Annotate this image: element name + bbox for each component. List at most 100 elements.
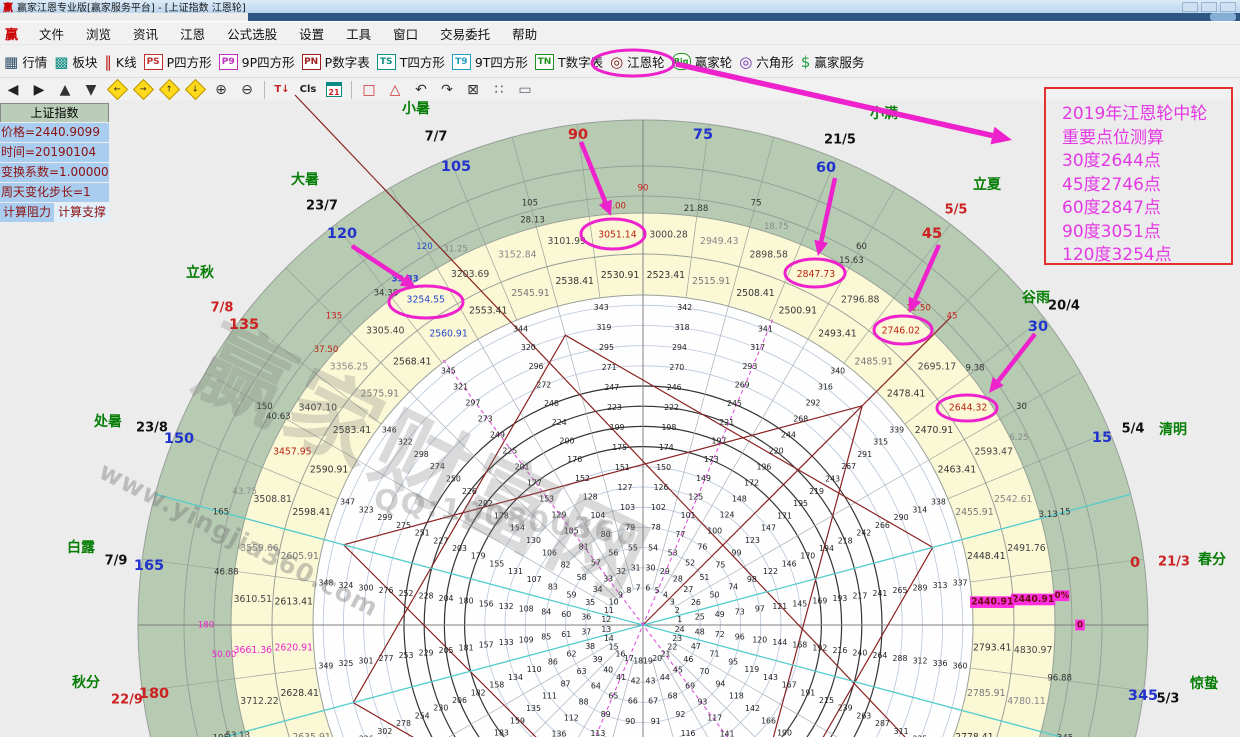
svg-text:2542.61: 2542.61 [994, 494, 1033, 505]
pan-left-button[interactable]: ← [104, 80, 130, 100]
toolbar-button-p-table[interactable]: PNP数字表 [302, 52, 370, 71]
svg-text:58: 58 [577, 573, 587, 582]
svg-text:2620.91: 2620.91 [275, 642, 314, 653]
svg-text:122: 122 [763, 567, 778, 576]
svg-text:2440.91: 2440.91 [1012, 594, 1054, 605]
svg-text:63: 63 [577, 667, 587, 676]
zoom-in-button[interactable]: ⊕ [208, 80, 234, 100]
svg-text:35: 35 [585, 598, 595, 607]
svg-text:110: 110 [527, 665, 542, 674]
calc-resistance-button[interactable]: 计算阻力 [0, 203, 54, 222]
svg-text:2695.17: 2695.17 [918, 362, 957, 373]
fit-window-button[interactable]: ∷ [486, 80, 512, 100]
rotate-ccw-button[interactable]: ↶ [408, 80, 434, 100]
svg-text:12.50: 12.50 [906, 304, 931, 314]
window-titlebar[interactable]: 赢 赢家江恩专业版[赢家服务平台] - [上证指数 江恩轮] [0, 0, 1240, 13]
maximize-button[interactable] [1201, 2, 1217, 12]
toolbar-button-t-table[interactable]: TNT数字表 [535, 52, 603, 71]
calc-support-button[interactable]: 计算支撑 [55, 203, 109, 222]
highlight-circle-3254.55 [389, 286, 463, 318]
minimize-button[interactable] [1182, 2, 1198, 12]
svg-text:1: 1 [677, 615, 682, 624]
calendar-icon: 21 [326, 82, 342, 97]
app-logo-icon: 赢 [3, 0, 13, 14]
svg-text:23/8: 23/8 [136, 421, 168, 436]
delete-box-button[interactable]: ⊠ [460, 80, 486, 100]
svg-text:31.25: 31.25 [443, 245, 468, 255]
cls-button[interactable]: Cls [295, 80, 321, 100]
svg-text:297: 297 [465, 398, 480, 407]
svg-text:194: 194 [819, 544, 834, 553]
toolbar-button-gann-wheel[interactable]: ◎江恩轮 [610, 52, 665, 71]
svg-text:6: 6 [645, 583, 650, 592]
toolbar-button-service[interactable]: $赢家服务 [801, 52, 865, 71]
close-button[interactable] [1220, 2, 1236, 12]
svg-text:18: 18 [633, 657, 643, 666]
draw-square-button[interactable]: □ [356, 80, 382, 100]
menu-item-交易委托[interactable]: 交易委托 [429, 24, 501, 43]
toolbar-button-p-square[interactable]: PSP四方形 [144, 52, 212, 71]
toolbar-button-9t-square[interactable]: T99T四方形 [452, 52, 528, 71]
svg-text:9: 9 [618, 591, 623, 600]
annotation-line: 重要点位测算 [1062, 127, 1231, 151]
menu-item-公式选股[interactable]: 公式选股 [216, 24, 288, 43]
toolbar-button-sectors[interactable]: ▩板块 [54, 52, 97, 71]
toolbar-button-9p-square[interactable]: P99P四方形 [219, 52, 295, 71]
menu-item-文件[interactable]: 文件 [28, 24, 75, 43]
menu-item-工具[interactable]: 工具 [335, 24, 382, 43]
svg-text:75: 75 [751, 198, 762, 208]
svg-text:136: 136 [552, 729, 567, 737]
toolbar-button-kline[interactable]: ‖K线 [104, 52, 136, 71]
svg-text:338: 338 [931, 498, 946, 507]
svg-text:301: 301 [359, 656, 374, 665]
pan-up-icon: ↑ [158, 79, 179, 100]
svg-text:48: 48 [695, 627, 705, 636]
svg-text:52: 52 [685, 559, 695, 568]
nav-up-button[interactable]: ▲ [52, 80, 78, 100]
svg-text:151: 151 [615, 463, 630, 472]
nav-next-button[interactable]: ▶ [26, 80, 52, 100]
menu-item-窗口[interactable]: 窗口 [382, 24, 429, 43]
window-controls[interactable] [1182, 2, 1236, 12]
rotate-cw-button[interactable]: ↷ [434, 80, 460, 100]
nav-down-button[interactable]: ▼ [78, 80, 104, 100]
toolbar-label: 行情 [22, 52, 47, 71]
svg-text:197: 197 [712, 437, 727, 446]
svg-text:176: 176 [567, 455, 582, 464]
svg-text:34.38: 34.38 [374, 288, 399, 298]
main-toolbar: ▦行情 ▩板块 ‖K线 PSP四方形 P99P四方形 PNP数字表 TST四方形 T99T四方… [0, 44, 1240, 78]
toolbar-button-quotes[interactable]: ▦行情 [4, 52, 47, 71]
svg-text:2: 2 [675, 606, 680, 615]
menu-item-江恩[interactable]: 江恩 [169, 24, 216, 43]
menu-item-设置[interactable]: 设置 [288, 24, 335, 43]
toolbar-button-hexagon[interactable]: ◎六角形 [739, 52, 794, 71]
presentation-button[interactable]: ▭ [512, 80, 538, 100]
draw-triangle-button[interactable]: △ [382, 80, 408, 100]
svg-text:106: 106 [542, 548, 557, 557]
pan-up-button[interactable]: ↑ [156, 80, 182, 100]
pan-right-button[interactable]: → [130, 80, 156, 100]
svg-text:29: 29 [660, 567, 670, 576]
svg-text:2635.91: 2635.91 [292, 732, 331, 737]
menu-item-资讯[interactable]: 资讯 [122, 24, 169, 43]
menu-logo-icon: 赢 [5, 24, 18, 43]
svg-text:67: 67 [648, 697, 658, 706]
menu-item-帮助[interactable]: 帮助 [501, 24, 548, 43]
zoom-out-button[interactable]: ⊖ [234, 80, 260, 100]
svg-text:134: 134 [508, 673, 523, 682]
toolbar-button-winner-wheel[interactable]: Big赢家轮 [672, 52, 733, 71]
t-scale-button[interactable]: T↓ [269, 80, 295, 100]
toolbar-button-t-square[interactable]: TST四方形 [377, 52, 445, 71]
menu-item-浏览[interactable]: 浏览 [75, 24, 122, 43]
pan-down-button[interactable]: ↓ [182, 80, 208, 100]
svg-text:7/9: 7/9 [105, 554, 128, 569]
svg-text:157: 157 [479, 641, 494, 650]
calendar-button[interactable]: 21 [321, 80, 347, 100]
svg-text:46: 46 [683, 655, 693, 664]
info-coefficient: 变换系数=1.00000 [0, 163, 109, 182]
svg-text:27: 27 [683, 585, 693, 594]
svg-text:2508.41: 2508.41 [736, 288, 775, 299]
svg-text:45: 45 [922, 226, 942, 242]
nav-prev-button[interactable]: ◀ [0, 80, 26, 100]
svg-text:3610.51: 3610.51 [234, 594, 273, 605]
